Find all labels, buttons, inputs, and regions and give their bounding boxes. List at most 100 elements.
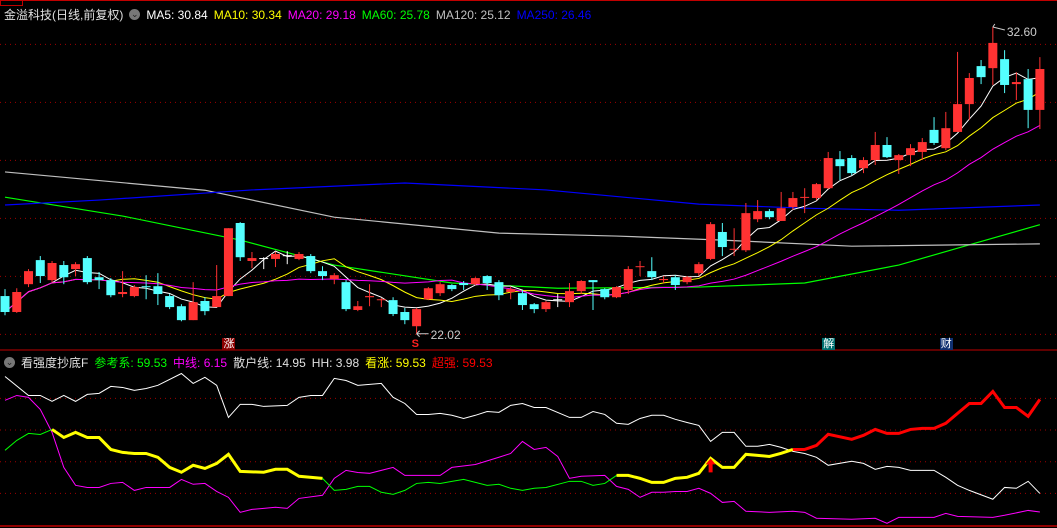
candle-body <box>447 285 457 290</box>
candle-body <box>870 144 880 161</box>
candle-body <box>694 264 704 274</box>
candle-body <box>188 302 198 321</box>
candle-body <box>12 292 22 313</box>
candle-body <box>1023 79 1033 110</box>
candle-body <box>600 289 610 298</box>
event-marker[interactable]: 解 <box>822 338 836 350</box>
candle-body <box>212 296 222 308</box>
stock-title: 金溢科技(日线,前复权) <box>4 8 124 22</box>
candle-body <box>1011 82 1021 85</box>
candle-body <box>741 213 751 251</box>
candle-body <box>200 300 210 312</box>
candle-body <box>706 224 716 259</box>
ma10-line <box>4 91 1041 313</box>
event-marker[interactable]: 财 <box>939 338 953 350</box>
candle-body <box>576 280 586 292</box>
candle-body <box>764 211 774 218</box>
ma120-value: MA120: 25.12 <box>435 7 511 22</box>
candle-body <box>847 158 857 174</box>
candle-body <box>118 292 128 295</box>
candle-body <box>24 271 34 285</box>
indicator-chart[interactable] <box>0 350 1057 528</box>
candle-body <box>294 254 304 259</box>
candle-body <box>59 265 69 278</box>
candlestick-chart[interactable]: 32.60 22.02 <box>0 0 1057 351</box>
ma250-line <box>4 182 1040 211</box>
candle-body <box>306 256 316 272</box>
super-strong-value: 超强: 59.53 <box>431 356 493 370</box>
candle-body <box>106 280 116 296</box>
candle-body <box>988 42 998 69</box>
candle-body <box>282 255 292 257</box>
reference-series-segment <box>792 389 1042 451</box>
candle-body <box>1000 59 1010 85</box>
candle-body <box>917 142 927 152</box>
candle-body <box>82 258 92 283</box>
candle-body <box>318 271 328 277</box>
candle-body <box>541 302 551 310</box>
candle-body <box>623 269 633 290</box>
reference-series-segment <box>616 448 794 484</box>
ma120-line <box>4 171 1040 247</box>
candle-body <box>259 258 269 260</box>
candle-body <box>176 306 186 321</box>
candle-body <box>376 299 386 301</box>
candle-body <box>329 275 339 279</box>
candle-body <box>506 289 516 293</box>
bullish-value: 看涨: 59.53 <box>365 356 426 370</box>
midline-value: 中线: 6.15 <box>173 356 228 370</box>
candle-body <box>94 277 104 281</box>
candle-body <box>270 254 280 259</box>
candle-body <box>223 228 233 297</box>
candle-body <box>753 211 763 220</box>
retail-line-value: 散户线: 14.95 <box>233 356 306 370</box>
candle-body <box>365 296 375 298</box>
candle-body <box>588 280 598 283</box>
candle-body <box>776 208 786 221</box>
candle-body <box>353 306 363 310</box>
candle-body <box>647 271 657 278</box>
candle-body <box>141 286 151 288</box>
low-pointer-icon <box>416 330 429 338</box>
candle-body <box>717 231 727 248</box>
event-marker[interactable]: S <box>411 338 420 350</box>
chevron-down-icon[interactable]: ⌄ <box>129 9 141 20</box>
candle-body <box>858 160 868 169</box>
ma20-value: MA20: 29.18 <box>287 7 356 22</box>
candle-body <box>788 198 798 208</box>
candle-body <box>470 278 480 285</box>
candle-body <box>823 158 833 189</box>
chevron-down-icon[interactable]: ⌄ <box>4 357 15 368</box>
candle-body <box>235 222 245 258</box>
candle-body <box>400 312 410 321</box>
indicator-title: 看强度抄底F <box>21 356 89 370</box>
candle-body <box>388 300 398 315</box>
candle-body <box>929 129 939 143</box>
ma60-line <box>4 196 1041 289</box>
candle-body <box>47 263 57 281</box>
low-price-label: 22.02 <box>431 328 461 342</box>
candle-body <box>423 288 433 300</box>
high-pointer-icon <box>992 23 1005 31</box>
candle-body <box>811 184 821 199</box>
candle-body <box>482 276 492 284</box>
event-marker[interactable]: 涨 <box>222 338 236 350</box>
candle-body <box>247 258 257 261</box>
candle-body <box>129 287 139 297</box>
candle-body <box>1035 69 1045 110</box>
candle-body <box>670 277 680 286</box>
ma10-value: MA10: 30.34 <box>213 7 282 22</box>
candle-body <box>412 309 422 327</box>
candle-body <box>800 196 810 198</box>
candle-body <box>529 304 539 310</box>
candle-body <box>517 293 527 306</box>
hh-value: HH: 3.98 <box>311 355 360 370</box>
main-chart-header: 金溢科技(日线,前复权) ⌄ MA5: 30.84 MA10: 30.34 MA… <box>4 6 591 23</box>
candle-body <box>953 104 963 132</box>
candle-body <box>835 159 845 167</box>
candle-body <box>894 155 904 161</box>
candle-body <box>494 282 504 296</box>
candle-body <box>553 299 563 301</box>
candle-body <box>0 296 10 313</box>
candle-body <box>659 278 669 281</box>
